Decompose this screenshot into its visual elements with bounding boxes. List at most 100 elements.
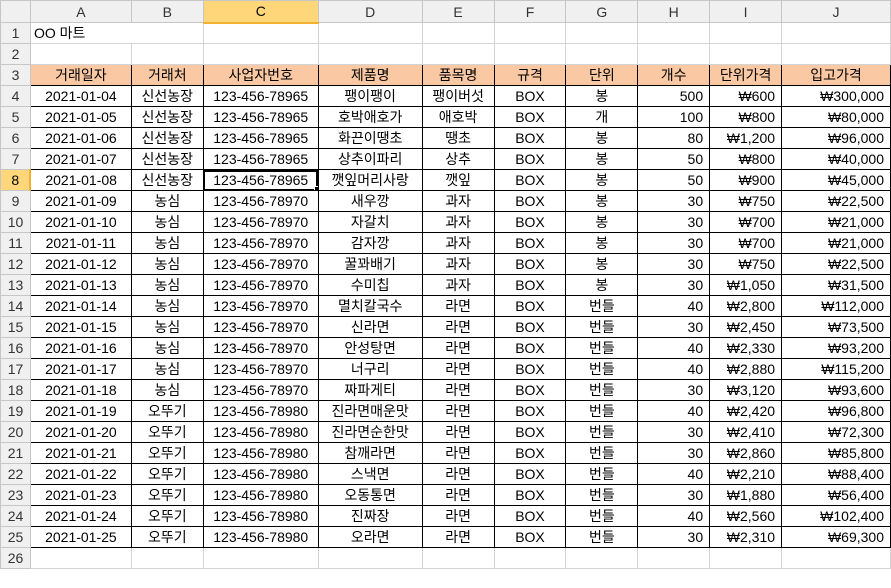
header-cell-unit[interactable]: 단위	[565, 64, 639, 86]
count-cell[interactable]: 30	[637, 253, 711, 275]
date-cell[interactable]: 2021-01-11	[29, 232, 132, 254]
unit-price-cell[interactable]: ₩1,880	[709, 484, 783, 506]
row-header[interactable]: 15	[0, 316, 31, 338]
item-cell[interactable]: 라면	[421, 358, 495, 380]
row-header[interactable]: 22	[0, 463, 31, 485]
header-cell-vendor[interactable]: 거래처	[130, 64, 204, 86]
date-cell[interactable]: 2021-01-20	[29, 421, 132, 443]
date-cell[interactable]: 2021-01-06	[29, 127, 132, 149]
vendor-cell[interactable]: 농심	[130, 295, 204, 317]
date-cell[interactable]: 2021-01-05	[29, 106, 132, 128]
unit-cell[interactable]: 봉	[565, 190, 639, 212]
unit-price-cell[interactable]: ₩2,210	[709, 463, 783, 485]
row-header[interactable]: 9	[0, 190, 31, 212]
unit-price-cell[interactable]: ₩1,200	[709, 127, 783, 149]
date-cell[interactable]: 2021-01-25	[29, 526, 132, 548]
spec-cell[interactable]: BOX	[493, 190, 567, 212]
total-price-cell[interactable]: ₩21,000	[781, 232, 891, 254]
column-header-e[interactable]: E	[421, 0, 495, 23]
total-price-cell[interactable]: ₩93,600	[781, 379, 891, 401]
total-price-cell[interactable]: ₩96,800	[781, 400, 891, 422]
date-cell[interactable]: 2021-01-19	[29, 400, 132, 422]
count-cell[interactable]: 30	[637, 379, 711, 401]
unit-cell[interactable]: 봉	[565, 211, 639, 233]
count-cell[interactable]: 50	[637, 169, 711, 191]
count-cell[interactable]: 30	[637, 526, 711, 548]
product-cell[interactable]: 꿀꽈배기	[317, 253, 423, 275]
row-header[interactable]: 12	[0, 253, 31, 275]
item-cell[interactable]: 라면	[421, 316, 495, 338]
total-price-cell[interactable]: ₩73,500	[781, 316, 891, 338]
business-number-cell[interactable]: 123-456-78970	[202, 232, 319, 254]
vendor-cell[interactable]: 신선농장	[130, 169, 204, 191]
cell[interactable]	[781, 547, 891, 569]
vendor-cell[interactable]: 농심	[130, 253, 204, 275]
unit-cell[interactable]: 번들	[565, 442, 639, 464]
unit-cell[interactable]: 번들	[565, 379, 639, 401]
unit-price-cell[interactable]: ₩2,410	[709, 421, 783, 443]
item-cell[interactable]: 애호박	[421, 106, 495, 128]
date-cell[interactable]: 2021-01-09	[29, 190, 132, 212]
vendor-cell[interactable]: 오뚜기	[130, 526, 204, 548]
item-cell[interactable]: 깻잎	[421, 169, 495, 191]
unit-price-cell[interactable]: ₩700	[709, 232, 783, 254]
row-header[interactable]: 2	[0, 43, 31, 65]
column-header-d[interactable]: D	[317, 0, 423, 23]
cell[interactable]	[709, 547, 783, 569]
date-cell[interactable]: 2021-01-18	[29, 379, 132, 401]
count-cell[interactable]: 500	[637, 85, 711, 107]
spec-cell[interactable]: BOX	[493, 295, 567, 317]
product-cell[interactable]: 너구리	[317, 358, 423, 380]
total-price-cell[interactable]: ₩45,000	[781, 169, 891, 191]
count-cell[interactable]: 40	[637, 463, 711, 485]
total-price-cell[interactable]: ₩21,000	[781, 211, 891, 233]
total-price-cell[interactable]: ₩22,500	[781, 190, 891, 212]
cell[interactable]	[29, 43, 132, 65]
unit-price-cell[interactable]: ₩700	[709, 211, 783, 233]
row-header[interactable]: 13	[0, 274, 31, 296]
unit-price-cell[interactable]: ₩600	[709, 85, 783, 107]
row-header[interactable]: 21	[0, 442, 31, 464]
spec-cell[interactable]: BOX	[493, 358, 567, 380]
total-price-cell[interactable]: ₩69,300	[781, 526, 891, 548]
item-cell[interactable]: 라면	[421, 295, 495, 317]
row-header[interactable]: 20	[0, 421, 31, 443]
unit-price-cell[interactable]: ₩2,560	[709, 505, 783, 527]
date-cell[interactable]: 2021-01-24	[29, 505, 132, 527]
count-cell[interactable]: 30	[637, 421, 711, 443]
vendor-cell[interactable]: 신선농장	[130, 127, 204, 149]
unit-price-cell[interactable]: ₩750	[709, 253, 783, 275]
column-header-j[interactable]: J	[781, 0, 891, 23]
spec-cell[interactable]: BOX	[493, 85, 567, 107]
vendor-cell[interactable]: 오뚜기	[130, 505, 204, 527]
date-cell[interactable]: 2021-01-22	[29, 463, 132, 485]
column-header-b[interactable]: B	[130, 0, 204, 23]
row-header[interactable]: 16	[0, 337, 31, 359]
cell[interactable]	[493, 547, 567, 569]
date-cell[interactable]: 2021-01-23	[29, 484, 132, 506]
unit-price-cell[interactable]: ₩2,310	[709, 526, 783, 548]
unit-price-cell[interactable]: ₩800	[709, 106, 783, 128]
date-cell[interactable]: 2021-01-12	[29, 253, 132, 275]
unit-price-cell[interactable]: ₩900	[709, 169, 783, 191]
total-price-cell[interactable]: ₩102,400	[781, 505, 891, 527]
header-cell-unit-price[interactable]: 단위가격	[709, 64, 783, 86]
count-cell[interactable]: 30	[637, 442, 711, 464]
cell[interactable]	[130, 547, 204, 569]
unit-price-cell[interactable]: ₩1,050	[709, 274, 783, 296]
unit-cell[interactable]: 번들	[565, 526, 639, 548]
row-header[interactable]: 6	[0, 127, 31, 149]
unit-price-cell[interactable]: ₩2,880	[709, 358, 783, 380]
vendor-cell[interactable]: 농심	[130, 232, 204, 254]
product-cell[interactable]: 짜파게티	[317, 379, 423, 401]
item-cell[interactable]: 과자	[421, 274, 495, 296]
vendor-cell[interactable]: 오뚜기	[130, 421, 204, 443]
product-cell[interactable]: 진짜장	[317, 505, 423, 527]
unit-cell[interactable]: 봉	[565, 232, 639, 254]
unit-cell[interactable]: 번들	[565, 337, 639, 359]
business-number-cell[interactable]: 123-456-78970	[202, 295, 319, 317]
spec-cell[interactable]: BOX	[493, 505, 567, 527]
total-price-cell[interactable]: ₩22,500	[781, 253, 891, 275]
column-header-h[interactable]: H	[637, 0, 711, 23]
date-cell[interactable]: 2021-01-08	[29, 169, 132, 191]
